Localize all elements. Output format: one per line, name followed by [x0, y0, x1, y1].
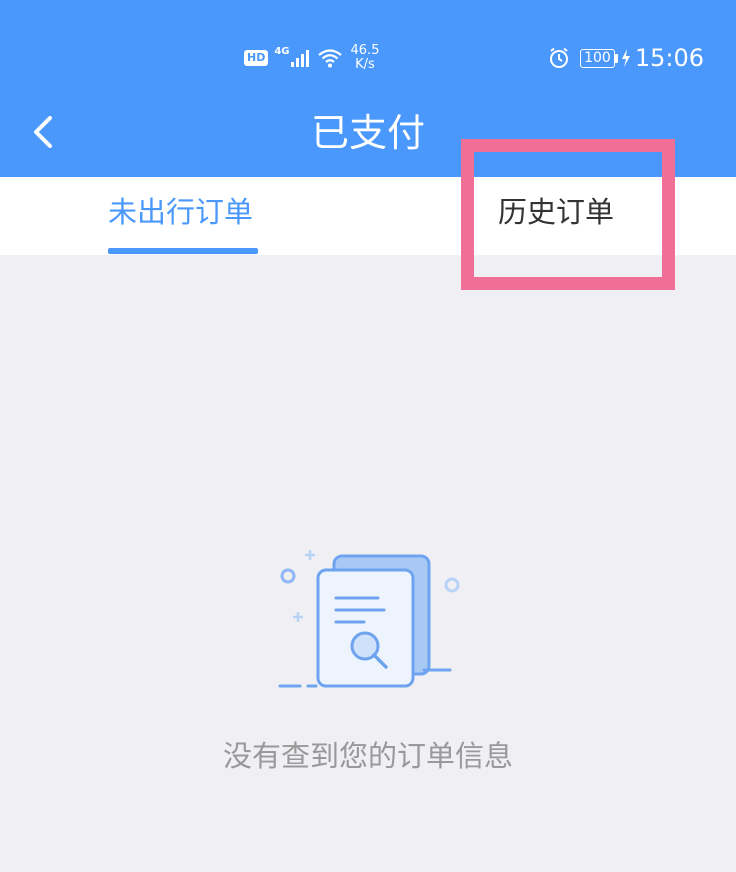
title-bar: 已支付 [0, 100, 736, 177]
hd-badge: HD [244, 50, 269, 66]
app-header: HD 4G 46.5 K/s 100 15:06 已支付 [0, 0, 736, 177]
active-tab-indicator [108, 248, 258, 254]
clock: 15:06 [634, 44, 704, 72]
status-bar-right: 100 15:06 [548, 38, 704, 78]
signal-icon [290, 50, 309, 67]
charging-icon [621, 49, 630, 67]
network-speed: 46.5 K/s [351, 44, 380, 72]
tab-upcoming-orders-label: 未出行订单 [108, 195, 254, 229]
tab-bar: 未出行订单 历史订单 [0, 177, 736, 255]
wifi-icon [317, 49, 342, 68]
page-title: 已支付 [310, 111, 425, 155]
alarm-icon [550, 47, 569, 68]
tab-history-orders-label: 历史订单 [498, 195, 615, 229]
battery-icon: 100 [580, 48, 615, 68]
network-speed-value: 46.5 [350, 43, 380, 58]
network-speed-unit: K/s [355, 57, 375, 72]
status-bar: HD 4G 46.5 K/s 100 15:06 [0, 0, 736, 100]
document-search-icon [278, 550, 460, 688]
network-generation: 4G [274, 45, 290, 57]
status-bar-left: HD 4G 46.5 K/s [244, 38, 379, 78]
tab-upcoming-orders[interactable]: 未出行订单 [90, 177, 276, 255]
empty-state-message: 没有查到您的订单信息 [222, 739, 513, 773]
tab-history-orders[interactable]: 历史订单 [480, 177, 650, 255]
battery-tip [614, 53, 618, 63]
